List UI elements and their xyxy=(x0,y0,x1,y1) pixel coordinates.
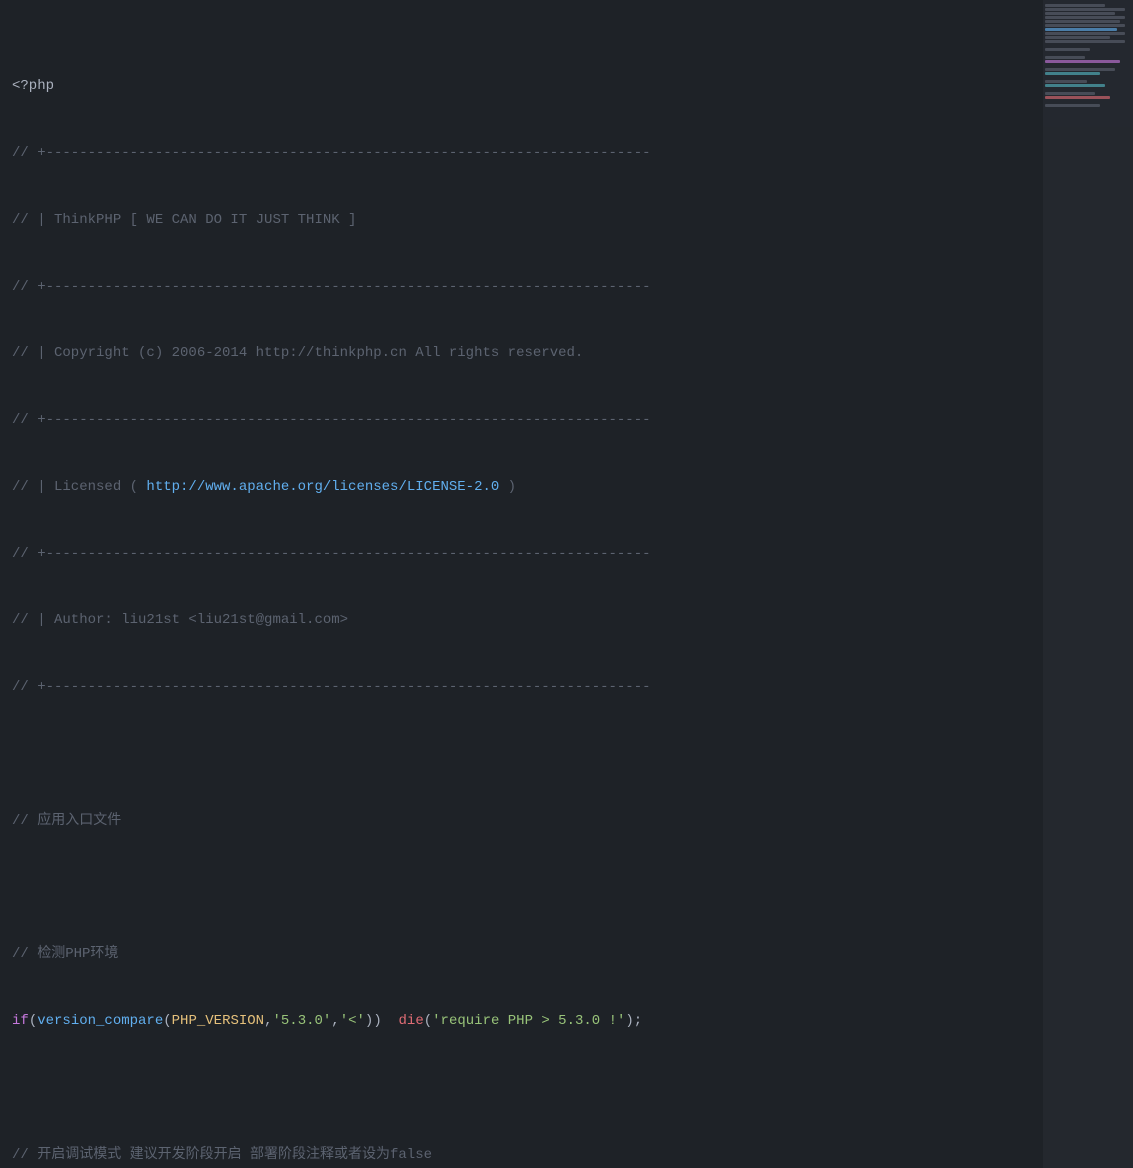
line-2: // +------------------------------------… xyxy=(12,142,1133,164)
line-17: // 开启调试模式 建议开发阶段开启 部署阶段注释或者设为false xyxy=(12,1144,1133,1166)
line-13 xyxy=(12,877,1133,899)
line-12: // 应用入口文件 xyxy=(12,810,1133,832)
line-14: // 检测PHP环境 xyxy=(12,943,1133,965)
line-6: // +------------------------------------… xyxy=(12,409,1133,431)
line-3: // | ThinkPHP [ WE CAN DO IT JUST THINK … xyxy=(12,209,1133,231)
minimap xyxy=(1043,0,1133,1168)
code-content: <?php // +------------------------------… xyxy=(0,0,1133,1168)
line-4: // +------------------------------------… xyxy=(12,276,1133,298)
line-15: if(version_compare(PHP_VERSION,'5.3.0','… xyxy=(12,1010,1133,1032)
code-editor: <?php // +------------------------------… xyxy=(0,0,1133,1168)
line-11 xyxy=(12,743,1133,765)
line-5: // | Copyright (c) 2006-2014 http://thin… xyxy=(12,342,1133,364)
line-8: // +------------------------------------… xyxy=(12,543,1133,565)
line-16 xyxy=(12,1077,1133,1099)
line-10: // +------------------------------------… xyxy=(12,676,1133,698)
minimap-content xyxy=(1043,0,1133,112)
line-7: // | Licensed ( http://www.apache.org/li… xyxy=(12,476,1133,498)
line-1: <?php xyxy=(12,75,1133,97)
line-9: // | Author: liu21st <liu21st@gmail.com> xyxy=(12,609,1133,631)
